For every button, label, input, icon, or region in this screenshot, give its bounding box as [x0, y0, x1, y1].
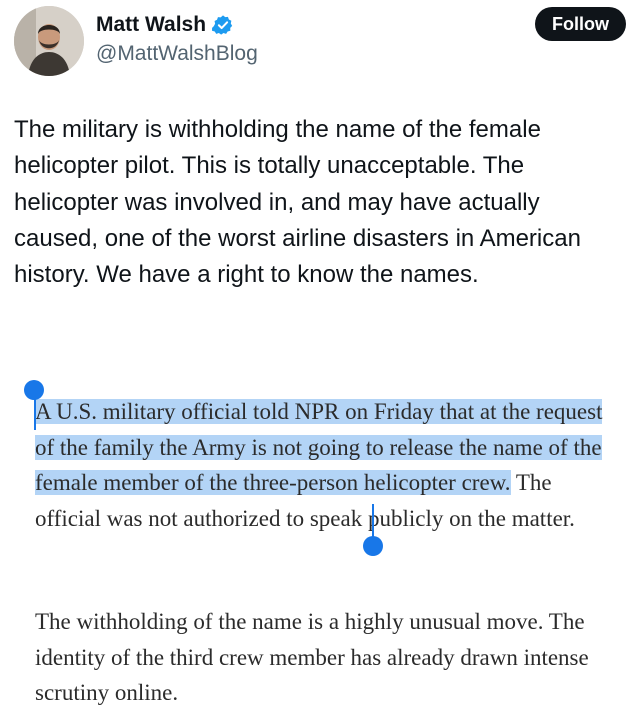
- tweet-header: Matt Walsh @MattWalshBlog Follow: [14, 6, 626, 76]
- selection-end-bar: [372, 504, 374, 538]
- selection-end-handle[interactable]: [363, 536, 383, 556]
- follow-button[interactable]: Follow: [535, 7, 626, 41]
- selection-start-bar: [34, 398, 36, 430]
- avatar-image: [14, 6, 84, 76]
- selection-start-handle[interactable]: [24, 380, 44, 400]
- article-screenshot: A U.S. military official told NPR on Fri…: [24, 380, 620, 705]
- article-paragraph-1: A U.S. military official told NPR on Fri…: [35, 394, 620, 536]
- display-name[interactable]: Matt Walsh: [96, 13, 206, 37]
- name-row: Matt Walsh: [96, 13, 234, 37]
- user-handle[interactable]: @MattWalshBlog: [96, 42, 258, 66]
- article-paragraph-2: The withholding of the name is a highly …: [35, 609, 589, 706]
- avatar[interactable]: [14, 6, 84, 76]
- verified-badge-icon: [212, 14, 234, 36]
- tweet-text: The military is withholding the name of …: [14, 116, 581, 289]
